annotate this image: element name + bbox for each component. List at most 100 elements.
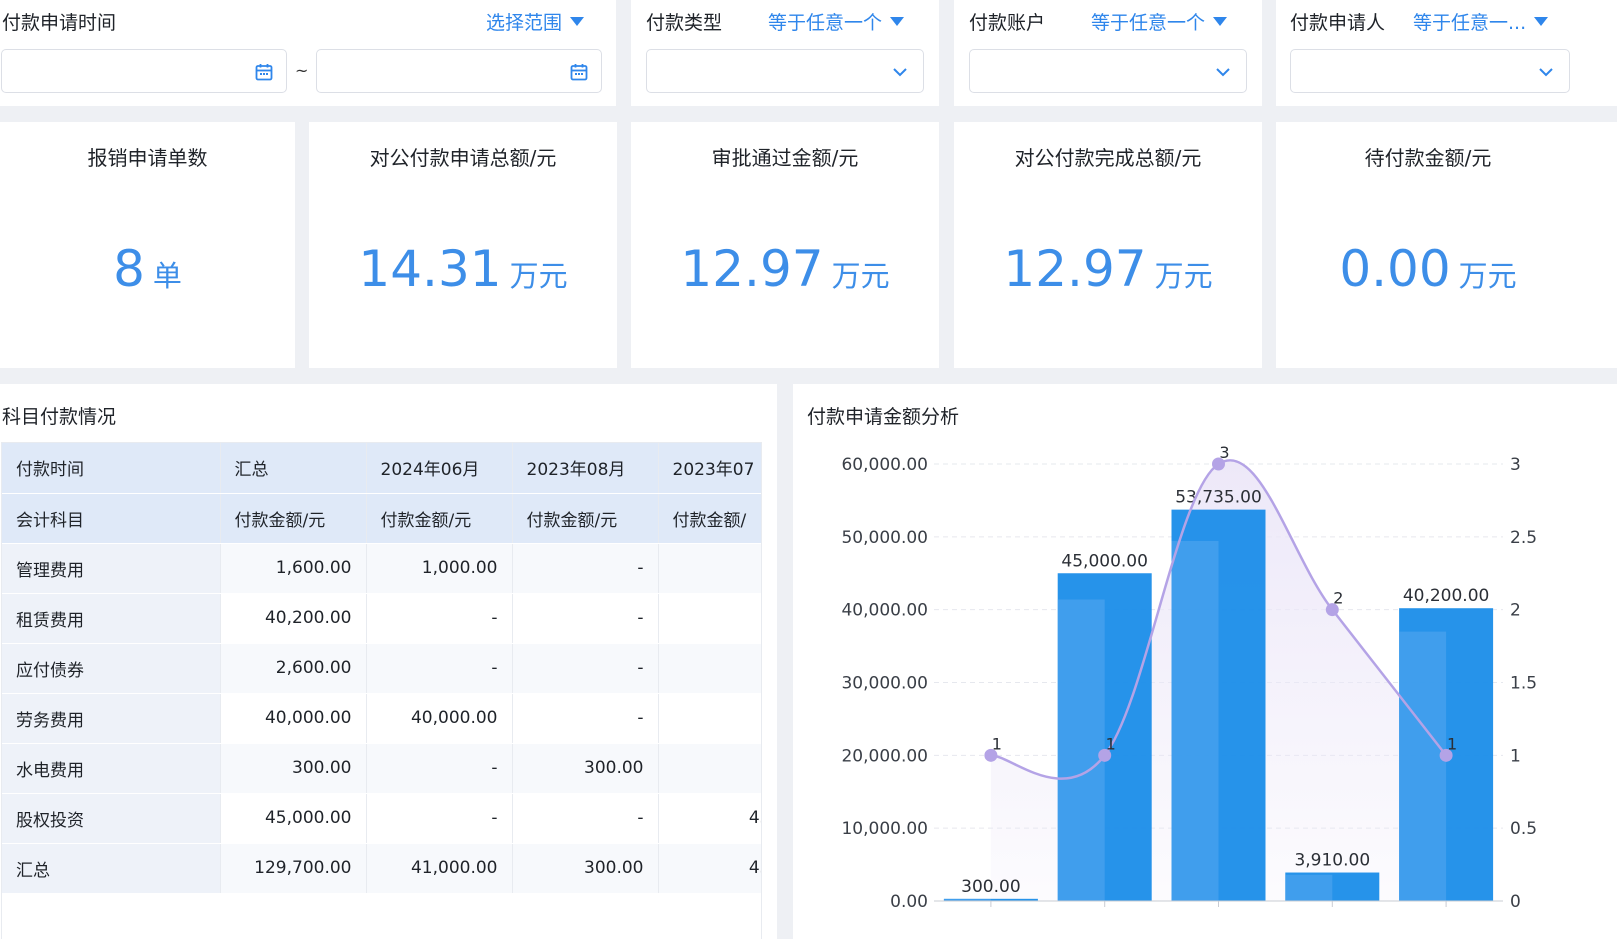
filter-date-range-dropdown[interactable]: 选择范围 [486,8,585,35]
table-cell: 300.00 [220,743,367,794]
filter-type-operator-dropdown[interactable]: 等于任意一个 [768,8,905,35]
y-axis-right-tick-label: 3 [1510,455,1521,475]
kpi-title: 审批通过金额/元 [711,146,859,170]
table-cell: 45,000.00 [220,793,367,844]
table-cell: - [366,643,513,694]
kpi-card-reimbursement-count: 报销申请单数 8单 [0,122,295,368]
kpi-card-pending-payment: 待付款金额/元 0.00 万元 [1276,122,1617,368]
payment-type-select[interactable] [646,49,924,93]
kpi-number: 12.97 [1003,240,1147,298]
payment-account-select[interactable] [969,49,1247,93]
y-axis-left-tick-label: 40,000.00 [841,601,928,621]
kpi-number: 0.00 [1339,240,1451,298]
bar-data-label: 3,910.00 [1294,851,1370,871]
calendar-icon [570,64,588,81]
bar-data-label: 53,735.00 [1175,488,1262,508]
filter-payment-account: 付款账户 等于任意一个 [954,0,1262,106]
y-axis-right-tick-label: 0 [1510,892,1521,912]
table-cell: 45,00 [658,793,761,844]
kpi-card-approved-amount: 审批通过金额/元 12.97 万元 [631,122,939,368]
header-cell: 2024年06月 [366,443,513,494]
table-cell: 40,200.00 [220,593,367,644]
panel-title: 科目付款情况 [2,406,117,428]
y-axis-right-tick-label: 0.5 [1510,819,1537,839]
filter-applicant-label: 付款申请人 [1290,12,1386,34]
bar-data-label: 300.00 [961,877,1020,897]
start-date-input[interactable] [1,49,287,93]
table-cell [658,543,761,594]
row-header-cell: 股权投资 [2,793,221,844]
end-date-input[interactable] [316,49,602,93]
bar-highlight [1057,599,1105,901]
pivot-table: 付款时间 汇总 2024年06月 2023年08月 2023年07 会计科目 付… [2,443,761,894]
caret-down-icon [890,17,905,26]
table-cell [658,643,761,694]
line-data-label: 1 [992,734,1002,753]
line-data-label: 1 [1106,734,1116,753]
kpi-value: 8单 [0,240,295,298]
kpi-title: 对公付款完成总额/元 [1014,146,1202,170]
chevron-down-icon [1216,68,1230,77]
line-data-label: 3 [1219,443,1229,462]
kpi-card-payment-completed-total: 对公付款完成总额/元 12.97 万元 [954,122,1262,368]
row-header-cell: 汇总 [2,843,221,894]
kpi-unit: 万元 [831,259,890,293]
y-axis-left-tick-label: 60,000.00 [841,455,928,475]
line-data-label: 2 [1333,589,1343,608]
kpi-value: 14.31 万元 [309,240,617,298]
filter-applicant-operator-dropdown[interactable]: 等于任意一... [1413,8,1549,35]
table-row: 管理费用 1,600.00 1,000.00 - [2,543,761,594]
table-header-row: 会计科目 付款金额/元 付款金额/元 付款金额/元 付款金额/ [2,493,761,544]
caret-down-icon [570,17,585,26]
filter-type-operator-text: 等于任意一个 [768,12,883,34]
y-axis-left-tick-label: 0.00 [890,892,928,912]
bar-highlight [1171,540,1219,901]
table-total-row: 汇总 129,700.00 41,000.00 300.00 45,00 [2,843,761,894]
table-cell: 41,000.00 [366,843,513,894]
chevron-down-icon [893,68,907,77]
bar-highlight [1285,874,1333,901]
y-axis-left-tick-label: 50,000.00 [841,528,928,548]
kpi-number: 14.31 [358,240,502,298]
table-cell: 40,000.00 [366,693,513,744]
header-cell: 汇总 [220,443,367,494]
caret-down-icon [1213,17,1228,26]
calendar-icon [255,64,273,81]
y-axis-right-tick-label: 1.5 [1510,674,1537,694]
table-row: 水电费用 300.00 - 300.00 [2,743,761,794]
table-cell: - [512,543,659,594]
filter-account-operator-text: 等于任意一个 [1091,12,1206,34]
header-cell: 付款金额/元 [366,493,513,544]
kpi-unit: 万元 [509,259,568,293]
row-header-cell: 租赁费用 [2,593,221,644]
filter-type-label: 付款类型 [646,12,723,34]
table-cell: - [366,743,513,794]
y-axis-left-tick-label: 30,000.00 [841,674,928,694]
table-cell: 129,700.00 [220,843,367,894]
table-cell: - [512,593,659,644]
date-range-separator: ~ [295,61,309,80]
kpi-unit: 单 [152,259,182,293]
row-header-cell: 应付债券 [2,643,221,694]
filter-payment-type: 付款类型 等于任意一个 [631,0,939,106]
bar-data-label: 45,000.00 [1061,551,1148,571]
kpi-number: 8 [113,240,145,298]
kpi-card-payment-request-total: 对公付款申请总额/元 14.31 万元 [309,122,617,368]
table-cell: 40,000.00 [220,693,367,744]
header-cell: 付款金额/元 [220,493,367,544]
row-header-cell: 劳务费用 [2,693,221,744]
pivot-table-scroll[interactable]: 付款时间 汇总 2024年06月 2023年08月 2023年07 会计科目 付… [1,442,762,939]
y-axis-right-tick-label: 1 [1510,746,1521,766]
table-cell: 1,000.00 [366,543,513,594]
combo-chart[interactable]: 0.00 10,000.00 20,000.00 30,000.00 40,000.00… [793,384,1617,939]
header-cell: 付款金额/元 [512,493,659,544]
payment-applicant-select[interactable] [1290,49,1570,93]
table-cell: - [366,593,513,644]
filter-account-operator-dropdown[interactable]: 等于任意一个 [1091,8,1228,35]
kpi-value: 12.97 万元 [954,240,1262,298]
row-header-cell: 管理费用 [2,543,221,594]
table-cell: 2,600.00 [220,643,367,694]
table-header-row: 付款时间 汇总 2024年06月 2023年08月 2023年07 [2,443,761,494]
line-data-label: 1 [1447,734,1457,753]
kpi-value: 12.97 万元 [631,240,939,298]
